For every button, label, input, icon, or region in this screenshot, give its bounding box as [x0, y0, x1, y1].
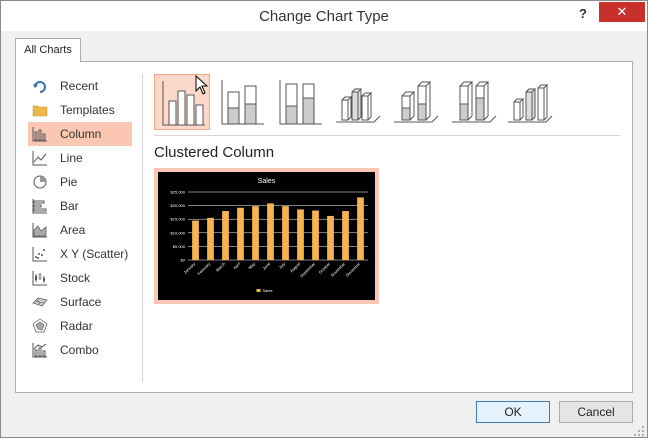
subtype-3d-column[interactable] — [502, 74, 558, 130]
bar — [192, 220, 199, 260]
bar — [207, 217, 214, 260]
3d-100-stacked-column-icon — [452, 80, 497, 123]
sidebar-item-line[interactable]: Line — [28, 146, 132, 170]
bar — [342, 211, 349, 260]
area-chart-icon — [32, 223, 47, 238]
chart-type-list: Recent Templates Column Line Pie Bar Are… — [28, 74, 132, 362]
sidebar-item-stock[interactable]: Stock — [28, 266, 132, 290]
sidebar-item-surface[interactable]: Surface — [28, 290, 132, 314]
legend-swatch — [256, 289, 261, 292]
y-tick-label: $10,000 — [171, 230, 186, 235]
stock-chart-icon — [32, 271, 47, 286]
sidebar-item-label: Area — [60, 223, 86, 237]
bar — [297, 209, 304, 260]
sidebar-item-templates[interactable]: Templates — [28, 98, 132, 122]
100-stacked-column-icon — [279, 80, 322, 125]
y-tick-label: $20,000 — [171, 203, 186, 208]
surface-chart-icon — [32, 297, 48, 307]
chart-title: Sales — [258, 178, 276, 185]
subtype-3d-100-stacked-column[interactable] — [446, 74, 502, 130]
bar — [357, 197, 364, 260]
y-tick-label: $0 — [181, 258, 186, 263]
bar — [282, 206, 289, 260]
bar — [327, 215, 334, 260]
sidebar-item-label: Line — [60, 151, 83, 165]
column-chart-icon — [32, 127, 47, 142]
3d-column-icon — [508, 83, 553, 123]
subtype-stacked-column[interactable] — [214, 74, 270, 130]
dialog-title: Change Chart Type — [259, 8, 389, 25]
all-charts-panel: Recent Templates Column Line Pie Bar Are… — [15, 61, 633, 393]
subtype-3d-clustered-column[interactable] — [330, 74, 386, 130]
sidebar-item-label: X Y (Scatter) — [60, 247, 129, 261]
3d-clustered-column-icon — [336, 87, 381, 123]
y-tick-label: $5,000 — [173, 244, 186, 249]
sidebar-item-label: Radar — [60, 319, 93, 333]
radar-chart-icon — [32, 318, 48, 333]
mouse-cursor-icon — [195, 75, 209, 95]
sidebar-item-label: Pie — [60, 175, 78, 189]
subtype-3d-stacked-column[interactable] — [388, 74, 444, 130]
scatter-chart-icon — [32, 247, 47, 262]
cancel-button[interactable]: Cancel — [559, 401, 633, 423]
sidebar-divider — [142, 74, 143, 382]
sidebar-item-label: Recent — [60, 79, 99, 93]
preview-chart: Sales $0 $5,000 $10,000 $15,000 $20,000 $25,00… — [158, 172, 375, 300]
title-bar: Change Chart Type ? ✕ — [1, 1, 647, 31]
chart-preview[interactable]: Sales $0 $5,000 $10,000 $15,000 $20,000 $25,00… — [154, 168, 379, 304]
bar — [252, 206, 259, 260]
stacked-column-icon — [221, 80, 264, 125]
y-tick-label: $25,000 — [171, 190, 186, 195]
sidebar-item-bar[interactable]: Bar — [28, 194, 132, 218]
sidebar-item-area[interactable]: Area — [28, 218, 132, 242]
legend-label: Sales — [263, 288, 273, 293]
3d-stacked-column-icon — [394, 80, 439, 123]
close-button[interactable]: ✕ — [599, 2, 645, 22]
combo-chart-icon — [32, 343, 47, 358]
bar — [312, 210, 319, 260]
sidebar-item-combo[interactable]: Combo — [28, 338, 132, 362]
sidebar-item-recent[interactable]: Recent — [28, 74, 132, 98]
bar — [222, 211, 229, 260]
sidebar-item-pie[interactable]: Pie — [28, 170, 132, 194]
sidebar-item-column[interactable]: Column — [28, 122, 132, 146]
help-button[interactable]: ? — [575, 4, 591, 24]
sidebar-item-label: Bar — [60, 199, 79, 213]
sidebar-item-scatter[interactable]: X Y (Scatter) — [28, 242, 132, 266]
y-tick-label: $15,000 — [171, 217, 186, 222]
chart-subtype-gallery — [154, 74, 614, 132]
pie-chart-icon — [33, 175, 47, 189]
ok-button[interactable]: OK — [476, 401, 550, 423]
gallery-divider — [154, 135, 620, 136]
bar — [237, 207, 244, 260]
sidebar-item-label: Stock — [60, 271, 91, 285]
sidebar-item-label: Templates — [60, 103, 115, 117]
change-chart-type-dialog: Change Chart Type ? ✕ All Charts Recent … — [0, 0, 648, 438]
selected-chart-name: Clustered Column — [154, 144, 275, 161]
resize-grip-icon[interactable] — [633, 425, 645, 437]
sidebar-item-label: Column — [60, 127, 102, 141]
bar — [267, 203, 274, 260]
tab-all-charts[interactable]: All Charts — [15, 38, 81, 62]
sidebar-item-radar[interactable]: Radar — [28, 314, 132, 338]
subtype-100-stacked-column[interactable] — [272, 74, 328, 130]
folder-icon — [32, 105, 48, 117]
recent-icon — [33, 81, 46, 93]
bar-chart-icon — [32, 199, 47, 214]
sidebar-item-label: Surface — [60, 295, 102, 309]
line-chart-icon — [32, 151, 47, 166]
sidebar-item-label: Combo — [60, 343, 99, 357]
